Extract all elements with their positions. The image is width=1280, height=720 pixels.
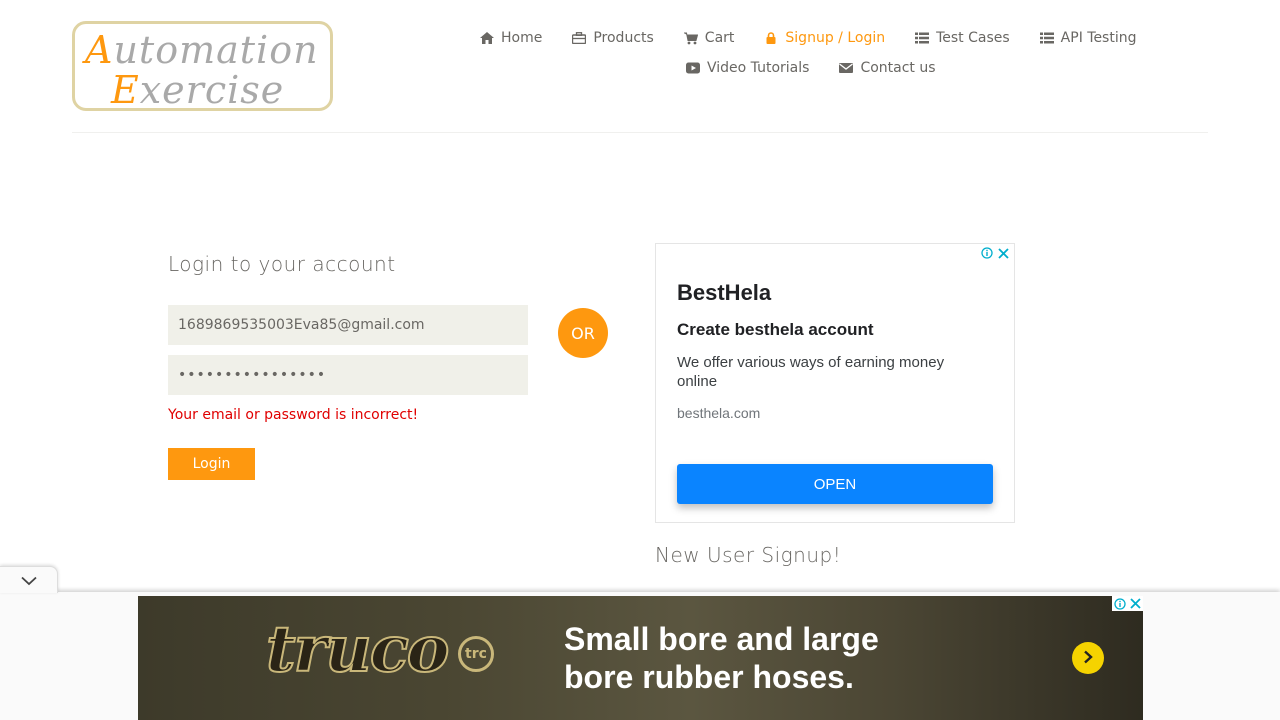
nav-label-home: Home [501, 30, 543, 46]
banner-brand: truco [265, 611, 450, 688]
chevron-right-icon [1082, 649, 1094, 668]
chevron-down-icon [20, 571, 37, 590]
logo-line-2: Exercise [111, 68, 285, 111]
header-divider [72, 132, 1208, 133]
banner-brand-mark: trc [458, 636, 494, 672]
logo-cap-a: A [85, 28, 114, 72]
nav-label-products: Products [593, 30, 654, 46]
login-button[interactable]: Login [168, 448, 255, 480]
banner-ad-info-icon[interactable] [1112, 596, 1127, 611]
logo-text-1: utomation [113, 28, 319, 72]
login-title: Login to your account [168, 252, 396, 276]
ad-url: besthela.com [677, 405, 761, 421]
nav-item-home[interactable]: Home [480, 30, 542, 46]
nav-label-video-tutorials: Video Tutorials [707, 60, 810, 76]
lock-icon [764, 31, 778, 45]
list-icon [915, 31, 930, 45]
logo-line-1: Automation [85, 28, 319, 72]
ad-brand: BestHela [677, 280, 772, 305]
or-badge: OR [558, 308, 608, 358]
collapse-ad-toggle[interactable] [0, 566, 58, 593]
youtube-icon [686, 61, 700, 75]
sidebar-ad[interactable]: BestHela Create besthela account We offe… [655, 243, 1015, 523]
nav-item-signup-login[interactable]: Signup / Login [764, 30, 885, 46]
nav-item-video-tutorials[interactable]: Video Tutorials [686, 60, 809, 76]
briefcase-icon [572, 31, 587, 45]
banner-go-button[interactable] [1072, 642, 1104, 674]
banner-ad-close-icon[interactable] [1128, 596, 1143, 611]
ad-info-icon[interactable] [980, 246, 994, 260]
logo-cap-e: E [111, 68, 140, 111]
nav-label-cart: Cart [704, 30, 735, 46]
banner-headline-line-2: bore rubber hoses. [564, 659, 854, 695]
ad-headline: Create besthela account [677, 320, 874, 339]
ad-close-icon[interactable] [996, 246, 1010, 260]
nav-item-products[interactable]: Products [572, 30, 654, 46]
login-email-input[interactable] [168, 305, 528, 345]
cart-icon [683, 31, 698, 45]
ad-choices [980, 246, 1010, 260]
ad-open-button[interactable]: OPEN [677, 464, 993, 504]
nav-item-cart[interactable]: Cart [683, 30, 735, 46]
nav-label-api-testing: API Testing [1060, 30, 1137, 46]
login-error-message: Your email or password is incorrect! [168, 407, 419, 423]
nav-item-test-cases[interactable]: Test Cases [915, 30, 1010, 46]
home-icon [480, 31, 494, 45]
site-logo[interactable]: Automation Exercise [72, 21, 333, 111]
nav-label-contact-us: Contact us [860, 60, 936, 76]
bottom-banner-ad[interactable]: truco trc Small bore and large bore rubb… [138, 596, 1143, 720]
login-password-input[interactable] [168, 355, 528, 395]
ad-body: We offer various ways of earning money o… [677, 354, 945, 390]
nav-item-contact-us[interactable]: Contact us [839, 60, 936, 76]
nav-label-test-cases: Test Cases [936, 30, 1010, 46]
banner-ad-choices [1112, 596, 1143, 611]
banner-headline-line-1: Small bore and large [564, 621, 879, 657]
list-icon [1039, 31, 1054, 45]
nav-row-2: Video Tutorials Contact us [686, 60, 966, 76]
signup-title: New User Signup! [655, 543, 842, 567]
banner-headline: Small bore and large bore rubber hoses. [564, 620, 879, 696]
logo-text-2: xercise [139, 68, 285, 111]
nav-label-signup-login: Signup / Login [785, 30, 886, 46]
envelope-icon [839, 61, 854, 75]
nav-row-1: Home Products Cart Signup / Login Test C… [480, 30, 1167, 46]
nav-item-api-testing[interactable]: API Testing [1039, 30, 1137, 46]
